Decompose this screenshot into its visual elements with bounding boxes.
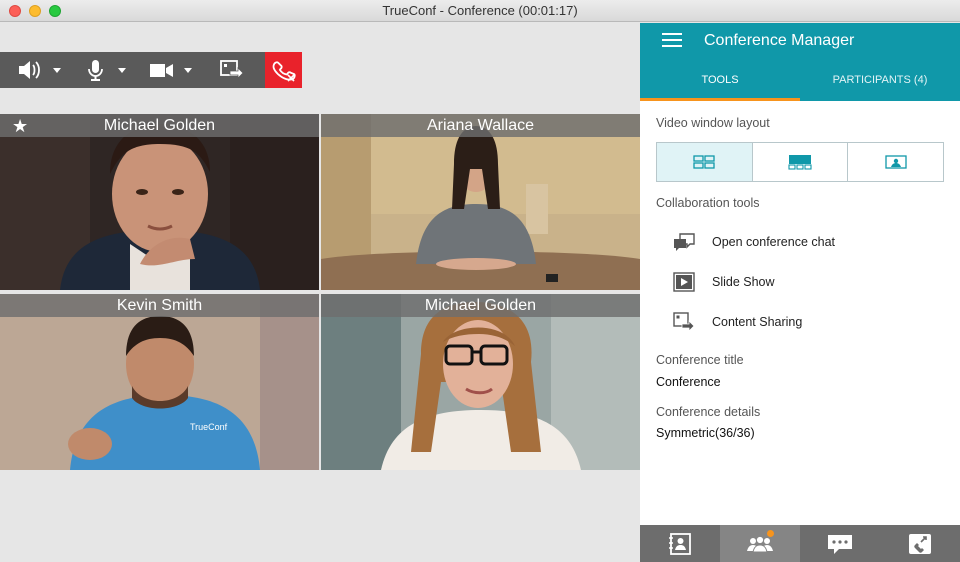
speaker-button[interactable] [14, 52, 66, 88]
window-titlebar: TrueConf - Conference (00:01:17) [0, 0, 960, 22]
video-layout-label: Video window layout [656, 116, 770, 130]
layout-single-icon [885, 155, 907, 169]
open-chat-button[interactable]: Open conference chat [672, 229, 835, 255]
participant-name: Kevin Smith [0, 294, 319, 317]
notification-dot [767, 530, 774, 537]
chat-icon [674, 233, 695, 251]
conference-title-label: Conference title [656, 353, 744, 367]
participant-name-label: Ariana Wallace [426, 117, 534, 134]
participant-video: TrueConf [0, 294, 319, 470]
contacts-tab-button[interactable] [640, 525, 720, 562]
slide-show-button[interactable]: Slide Show [672, 269, 775, 295]
zoom-window-button[interactable] [49, 5, 61, 17]
participant-name-label: Michael Golden [103, 117, 216, 134]
participant-name: Ariana Wallace [321, 114, 640, 137]
collaboration-tools-label: Collaboration tools [656, 196, 760, 210]
panel-header: Conference Manager TOOLS PARTICIPANTS (4… [640, 23, 960, 101]
participant-name-label: Kevin Smith [116, 297, 203, 314]
conference-details-label: Conference details [656, 405, 761, 419]
contacts-icon [669, 532, 691, 555]
active-tab-indicator [640, 98, 800, 101]
microphone-button[interactable] [84, 52, 130, 88]
hangup-button[interactable] [265, 52, 302, 88]
layout-speaker-button[interactable] [752, 143, 849, 181]
participant-name: ★ Michael Golden [0, 114, 319, 137]
call-toolbar [0, 52, 302, 88]
layout-grid-button[interactable] [657, 143, 753, 181]
video-tile[interactable]: TrueConf Kevin Smith [0, 294, 319, 470]
layout-single-button[interactable] [848, 143, 944, 181]
participant-video [0, 114, 319, 290]
participant-video [321, 294, 640, 470]
conference-title-value: Conference [656, 375, 721, 389]
conference-manager-panel: Conference Manager TOOLS PARTICIPANTS (4… [640, 23, 960, 562]
camera-button[interactable] [148, 52, 196, 88]
slideshow-icon [673, 272, 695, 292]
video-tile[interactable]: Michael Golden [321, 294, 640, 470]
content-sharing-button[interactable]: Content Sharing [672, 309, 802, 335]
open-chat-label: Open conference chat [712, 235, 835, 249]
minimize-window-button[interactable] [29, 5, 41, 17]
camera-icon [150, 64, 192, 77]
participant-name-label: Michael Golden [424, 297, 537, 314]
microphone-icon [88, 60, 126, 81]
svg-text:TrueConf: TrueConf [190, 422, 228, 432]
layout-speaker-icon [788, 155, 812, 170]
star-icon[interactable]: ★ [12, 116, 28, 136]
participant-video [321, 114, 640, 290]
chat-icon [828, 534, 852, 554]
tab-tools[interactable]: TOOLS [640, 73, 800, 101]
tab-participants[interactable]: PARTICIPANTS (4) [800, 73, 960, 101]
close-window-button[interactable] [9, 5, 21, 17]
video-stage: ★ Michael Golden Ariana Wallace TrueConf… [0, 23, 640, 562]
call-tab-button[interactable] [880, 525, 960, 562]
hamburger-menu-icon[interactable] [662, 33, 682, 49]
chat-tab-button[interactable] [800, 525, 880, 562]
slide-show-label: Slide Show [712, 275, 775, 289]
video-tile[interactable]: ★ Michael Golden [0, 114, 319, 290]
participants-tab-button[interactable] [720, 525, 800, 562]
content-share-icon [220, 60, 244, 79]
call-icon [909, 533, 931, 554]
conference-details-value: Symmetric(36/36) [656, 426, 755, 440]
content-share-icon [673, 312, 695, 332]
speaker-icon [19, 61, 61, 79]
share-content-button[interactable] [214, 52, 248, 88]
hangup-icon [272, 61, 296, 82]
panel-title: Conference Manager [704, 32, 855, 49]
panel-bottom-bar [640, 525, 960, 562]
video-layout-selector [656, 142, 944, 182]
video-tile[interactable]: Ariana Wallace [321, 114, 640, 290]
layout-grid-icon [693, 155, 715, 169]
participant-name: Michael Golden [321, 294, 640, 317]
window-title: TrueConf - Conference (00:01:17) [382, 3, 578, 18]
content-sharing-label: Content Sharing [712, 315, 803, 329]
